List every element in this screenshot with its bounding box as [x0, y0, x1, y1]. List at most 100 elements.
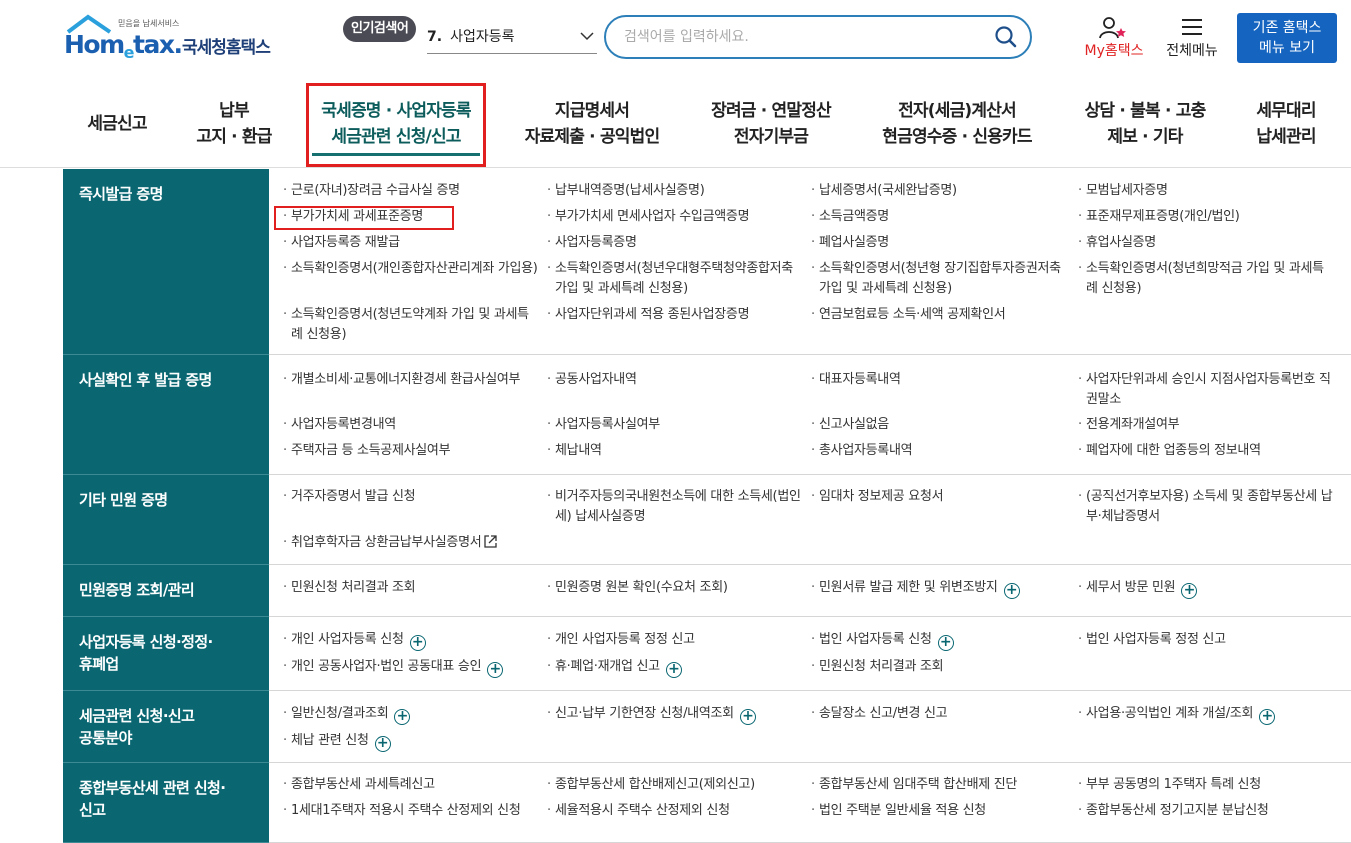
section-title: 세금관련 신청·신고 공통분야 — [63, 691, 269, 763]
gnb-incentive-yearend[interactable]: 장려금 · 연말정산 전자기부금 — [702, 98, 840, 150]
gnb-label: 전자(세금)계산서 — [898, 101, 1017, 121]
menu-link[interactable]: 소득확인증명서(청년희망적금 가입 및 과세특례 신청용) — [1078, 259, 1334, 299]
menu-link[interactable]: 법인 사업자등록 신청 + — [811, 630, 1067, 651]
menu-link[interactable]: 종합부동산세 임대주택 합산배제 진단 — [811, 775, 1067, 795]
popular-search-select[interactable]: 7. 사업자등록 — [427, 26, 597, 54]
gnb-tax-filing[interactable]: 세금신고 — [84, 111, 150, 137]
menu-link[interactable]: 비거주자등의국내원천소득에 대한 소득세(법인세) 납세사실증명 — [547, 487, 803, 527]
menu-link[interactable]: 대표자등록내역 — [811, 370, 1067, 390]
menu-link[interactable]: 종합부동산세 과세특례신고 — [283, 775, 539, 795]
menu-link[interactable]: 사업용·공익법인 계좌 개설/조회 + — [1078, 704, 1338, 725]
hometax-logo[interactable]: 믿음을 납세서비스 Hometax. 국세청홈택스 — [64, 14, 284, 62]
gnb-payment-refund[interactable]: 납부 고지 · 환급 — [188, 98, 280, 150]
expand-plus-icon[interactable]: + — [394, 709, 411, 725]
menu-link[interactable]: 사업자등록증 재발급 — [283, 233, 539, 253]
menu-link[interactable]: 1세대1주택자 적용시 주택수 산정제외 신청 — [283, 801, 523, 821]
menu-link[interactable]: 거주자증명서 발급 신청 — [283, 487, 539, 507]
gnb-certificates-registration[interactable]: 국세증명 · 사업자등록 세금관련 신청/신고 — [312, 98, 480, 150]
old-menu-view-button[interactable]: 기존 홈택스 메뉴 보기 — [1237, 13, 1337, 63]
menu-link[interactable]: 임대차 정보제공 요청서 — [811, 487, 1067, 507]
menu-link[interactable]: 표준재무제표증명(개인/법인) — [1078, 207, 1334, 227]
menu-link[interactable]: 납세증명서(국세완납증명) — [811, 181, 1067, 201]
gnb-payment-statements[interactable]: 지급명세서 자료제출 · 공익법인 — [516, 98, 668, 150]
menu-link[interactable]: 법인 주택분 일반세율 적용 신청 — [811, 801, 1067, 821]
search-icon[interactable] — [994, 25, 1018, 49]
menu-link[interactable]: 부가가치세 면세사업자 수입금액증명 — [547, 207, 803, 227]
section-verified-certificates: 사실확인 후 발급 증명 개별소비세·교통에너지환경세 환급사실여부 공동사업자… — [63, 355, 1351, 475]
menu-link[interactable]: 총사업자등록내역 — [811, 441, 1067, 461]
menu-link[interactable]: 종합부동산세 합산배제신고(제외신고) — [547, 775, 803, 795]
menu-link[interactable]: 종합부동산세 정기고지분 분납신청 — [1078, 801, 1334, 821]
all-menu-button[interactable]: 전체메뉴 — [1160, 14, 1224, 62]
section-title-line: 휴폐업 — [79, 655, 119, 673]
menu-link[interactable]: 공동사업자내역 — [547, 370, 803, 390]
menu-link[interactable]: 폐업자에 대한 업종등의 정보내역 — [1078, 441, 1334, 461]
menu-link[interactable]: 개인 사업자등록 신청 + — [283, 630, 539, 651]
menu-link[interactable]: 소득확인증명서(개인종합자산관리계좌 가입용) — [283, 259, 539, 279]
hamburger-menu-icon — [1182, 19, 1202, 35]
menu-link[interactable]: 납부내역증명(납세사실증명) — [547, 181, 803, 201]
expand-plus-icon[interactable]: + — [487, 662, 504, 678]
search-input[interactable] — [624, 25, 984, 49]
gnb-label: 고지 · 환급 — [196, 127, 272, 147]
expand-plus-icon[interactable]: + — [739, 709, 756, 725]
section-comprehensive-real-estate-tax: 종합부동산세 관련 신청· 신고 종합부동산세 과세특례신고 종합부동산세 합산… — [63, 763, 1351, 843]
menu-link[interactable]: 일반신청/결과조회 + — [283, 704, 539, 725]
menu-link[interactable]: 소득확인증명서(청년형 장기집합투자증권저축 가입 및 과세특례 신청용) — [811, 259, 1067, 299]
expand-plus-icon[interactable]: + — [409, 635, 426, 651]
menu-link[interactable]: 소득확인증명서(청년도약계좌 가입 및 과세특례 신청용) — [283, 305, 539, 345]
menu-link[interactable]: 사업자등록사실여부 — [547, 415, 803, 435]
menu-link[interactable]: (공직선거후보자용) 소득세 및 종합부동산세 납부·체납증명서 — [1078, 487, 1334, 527]
menu-link[interactable]: 사업자등록변경내역 — [283, 415, 539, 435]
menu-link[interactable]: 신고사실없음 — [811, 415, 1067, 435]
gnb-e-invoice[interactable]: 전자(세금)계산서 현금영수증 · 신용카드 — [872, 98, 1042, 150]
menu-link[interactable]: 체납 관련 신청 + — [283, 731, 539, 752]
menu-link[interactable]: 소득확인증명서(청년우대형주택청약종합저축 가입 및 과세특례 신청용) — [547, 259, 803, 299]
menu-link[interactable]: 휴·폐업·재개업 신고 + — [547, 657, 803, 678]
menu-link[interactable]: 휴업사실증명 — [1078, 233, 1334, 253]
menu-link[interactable]: 세무서 방문 민원 + — [1078, 578, 1334, 599]
gnb-consult-appeal[interactable]: 상담 · 불복 · 고충 제보 · 기타 — [1074, 98, 1216, 150]
menu-link[interactable]: 모범납세자증명 — [1078, 181, 1334, 201]
menu-link[interactable]: 개인 사업자등록 정정 신고 — [547, 630, 803, 650]
expand-plus-icon[interactable]: + — [1003, 583, 1020, 599]
gnb-label: 국세증명 · 사업자등록 — [321, 101, 471, 121]
menu-link[interactable]: 개인 공동사업자·법인 공동대표 승인 + — [283, 657, 545, 678]
menu-link[interactable]: 사업자단위과세 승인시 지점사업자등록번호 직권말소 — [1078, 370, 1334, 410]
gnb-label: 자료제출 · 공익법인 — [524, 127, 660, 147]
menu-link[interactable]: 민원신청 처리결과 조회 — [811, 657, 1067, 677]
menu-link[interactable]: 개별소비세·교통에너지환경세 환급사실여부 — [283, 370, 539, 390]
expand-plus-icon[interactable]: + — [665, 662, 682, 678]
section-title-line: 신고 — [79, 801, 106, 819]
expand-plus-icon[interactable]: + — [1259, 709, 1276, 725]
gnb-label: 제보 · 기타 — [1107, 127, 1183, 147]
menu-link[interactable]: 사업자단위과세 적용 종된사업장증명 — [547, 305, 803, 325]
menu-link[interactable]: 폐업사실증명 — [811, 233, 1067, 253]
menu-link[interactable]: 소득금액증명 — [811, 207, 1067, 227]
gnb-label: 상담 · 불복 · 고충 — [1084, 101, 1207, 121]
expand-plus-icon[interactable]: + — [937, 635, 954, 651]
expand-plus-icon[interactable]: + — [374, 736, 391, 752]
menu-link[interactable]: 전용계좌개설여부 — [1078, 415, 1334, 435]
menu-link[interactable]: 사업자등록증명 — [547, 233, 803, 253]
my-hometax-button[interactable]: My홈택스 — [1078, 14, 1150, 62]
menu-link[interactable]: 부부 공동명의 1주택자 특례 신청 — [1078, 775, 1334, 795]
menu-link[interactable]: 송달장소 신고/변경 신고 — [811, 704, 1067, 724]
section-title: 기타 민원 증명 — [63, 475, 269, 565]
gnb-tax-agent[interactable]: 세무대리 납세관리 — [1248, 98, 1324, 150]
menu-link[interactable]: 근로(자녀)장려금 수급사실 증명 — [283, 181, 539, 201]
menu-link[interactable]: 법인 사업자등록 정정 신고 — [1078, 630, 1334, 650]
menu-link[interactable]: 민원서류 발급 제한 및 위변조방지 + — [811, 578, 1071, 599]
popular-term: 사업자등록 — [450, 29, 515, 45]
menu-link[interactable]: 주택자금 등 소득공제사실여부 — [283, 441, 539, 461]
menu-link-external[interactable]: 취업후학자금 상환금납부사실증명서 — [283, 533, 553, 553]
menu-link[interactable]: 민원신청 처리결과 조회 — [283, 578, 539, 598]
menu-link[interactable]: 연금보험료등 소득·세액 공제확인서 — [811, 305, 1067, 325]
chevron-down-icon — [580, 32, 594, 41]
menu-link[interactable]: 체납내역 — [547, 441, 803, 461]
menu-link[interactable]: 민원증명 원본 확인(수요처 조회) — [547, 578, 803, 598]
search-box — [604, 15, 1032, 59]
expand-plus-icon[interactable]: + — [1181, 583, 1198, 599]
menu-link[interactable]: 세율적용시 주택수 산정제외 신청 — [547, 801, 803, 821]
menu-link[interactable]: 신고·납부 기한연장 신청/내역조회 + — [547, 704, 809, 725]
